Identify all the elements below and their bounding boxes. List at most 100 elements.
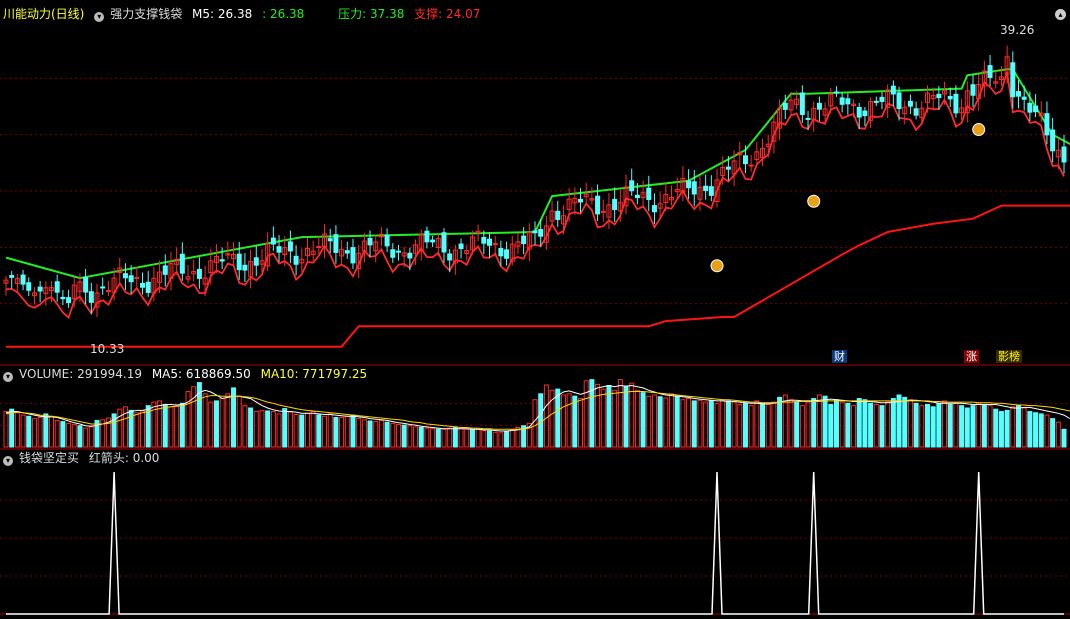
candle-body bbox=[395, 250, 401, 253]
candle-body bbox=[498, 248, 504, 257]
volume-bar bbox=[623, 386, 629, 448]
money-bag-markers bbox=[710, 123, 986, 273]
settings-icon[interactable]: ▴ bbox=[1055, 9, 1066, 20]
candle-body bbox=[504, 249, 510, 259]
volume-bar bbox=[498, 432, 504, 448]
candle-body bbox=[725, 166, 731, 170]
candle-body bbox=[88, 291, 94, 303]
leaderboard-badge[interactable]: 影榜 bbox=[996, 350, 1022, 363]
volume-bar bbox=[981, 403, 987, 448]
candle-body bbox=[20, 274, 26, 285]
volume-bar bbox=[691, 400, 697, 448]
volume-bar bbox=[572, 395, 578, 448]
volume-bar bbox=[430, 428, 436, 448]
short-trend-line bbox=[5, 71, 1065, 320]
candle-body bbox=[1050, 129, 1056, 152]
candle-body bbox=[9, 275, 15, 278]
m5-duplicate-value: : 26.38 bbox=[262, 7, 305, 21]
volume-bar bbox=[924, 403, 930, 448]
volume-bar bbox=[3, 411, 9, 448]
volume-bar bbox=[851, 405, 857, 448]
candle-body bbox=[390, 249, 396, 258]
candle-body bbox=[441, 232, 447, 253]
candle-body bbox=[1033, 105, 1039, 113]
volume-bar bbox=[77, 425, 83, 448]
candle-body bbox=[896, 92, 902, 110]
volume-bar bbox=[88, 426, 94, 448]
volume-bar bbox=[435, 428, 441, 448]
candle-body bbox=[833, 91, 839, 94]
candle-body bbox=[293, 255, 299, 265]
volume-bar bbox=[31, 418, 37, 448]
candle-body bbox=[782, 102, 788, 110]
red-arrow-value: 红箭头: 0.00 bbox=[88, 451, 160, 465]
volume-bar bbox=[185, 390, 191, 448]
volume-bar bbox=[322, 415, 328, 448]
signal-collapse-icon[interactable]: ▾ bbox=[3, 456, 13, 466]
min-price-label: 10.33 bbox=[90, 342, 125, 356]
volume-bar bbox=[748, 405, 754, 448]
volume-bar bbox=[1015, 405, 1021, 448]
candle-body bbox=[936, 93, 942, 99]
volume-bar bbox=[151, 401, 157, 448]
volume-bar bbox=[248, 407, 254, 448]
candle-body bbox=[276, 246, 282, 253]
volume-bar bbox=[162, 403, 168, 448]
candle-body bbox=[242, 264, 248, 271]
volume-bar bbox=[270, 411, 276, 448]
candle-body bbox=[270, 237, 276, 245]
candle-body bbox=[742, 155, 748, 165]
candle-body bbox=[407, 252, 413, 259]
volume-bar bbox=[469, 429, 475, 448]
volume-bar bbox=[1050, 418, 1056, 448]
volume-bar bbox=[327, 413, 333, 448]
candle-body bbox=[128, 275, 134, 283]
candle-body bbox=[54, 281, 60, 293]
volume-bar bbox=[816, 394, 822, 448]
volume-bar bbox=[504, 430, 510, 448]
volume-bar bbox=[259, 409, 265, 448]
signal-indicator-name: 钱袋坚定买 bbox=[19, 451, 80, 465]
volume-bar bbox=[538, 393, 544, 448]
finance-badge[interactable]: 财 bbox=[832, 350, 847, 363]
volume-collapse-icon[interactable]: ▾ bbox=[3, 372, 13, 382]
candle-body bbox=[845, 98, 851, 105]
volume-bar bbox=[771, 401, 777, 448]
volume-bar bbox=[475, 428, 481, 448]
volume-bar bbox=[845, 402, 851, 448]
volume-bar bbox=[225, 393, 231, 448]
volume-bar bbox=[134, 412, 140, 448]
volume-bar bbox=[304, 412, 310, 448]
volume-bar bbox=[83, 427, 89, 448]
rise-badge[interactable]: 涨 bbox=[964, 350, 979, 363]
volume-bar bbox=[555, 388, 561, 448]
stock-title[interactable]: 川能动力(日线) bbox=[3, 7, 84, 21]
signal-line bbox=[6, 471, 1064, 615]
collapse-icon[interactable]: ▾ bbox=[94, 12, 105, 22]
volume-bar bbox=[344, 415, 350, 448]
volume-bar bbox=[60, 421, 66, 448]
volume-bar bbox=[885, 401, 891, 448]
volume-bar bbox=[947, 403, 953, 448]
volume-bar bbox=[447, 427, 453, 448]
volume-bar bbox=[720, 399, 726, 448]
candle-body bbox=[447, 253, 453, 261]
volume-bar bbox=[310, 411, 316, 448]
volume-bar bbox=[890, 398, 896, 448]
volume-bar bbox=[1033, 412, 1039, 448]
volume-bar bbox=[316, 414, 322, 448]
candle-body bbox=[799, 92, 805, 115]
volume-ma5-value: MA5: 618869.50 bbox=[151, 367, 251, 381]
candle-body bbox=[862, 110, 868, 117]
volume-bar bbox=[560, 394, 566, 448]
volume-bar bbox=[276, 413, 282, 448]
candle-body bbox=[521, 235, 527, 245]
volume-bar bbox=[913, 402, 919, 448]
candle-body bbox=[105, 290, 111, 293]
money-bag-icon bbox=[710, 259, 724, 273]
candle-body bbox=[856, 106, 862, 118]
indicator-name[interactable]: 强力支撑钱袋 bbox=[110, 7, 182, 21]
chart-canvas[interactable] bbox=[0, 0, 1070, 619]
volume-bar bbox=[708, 400, 714, 448]
candle-body bbox=[947, 95, 953, 100]
